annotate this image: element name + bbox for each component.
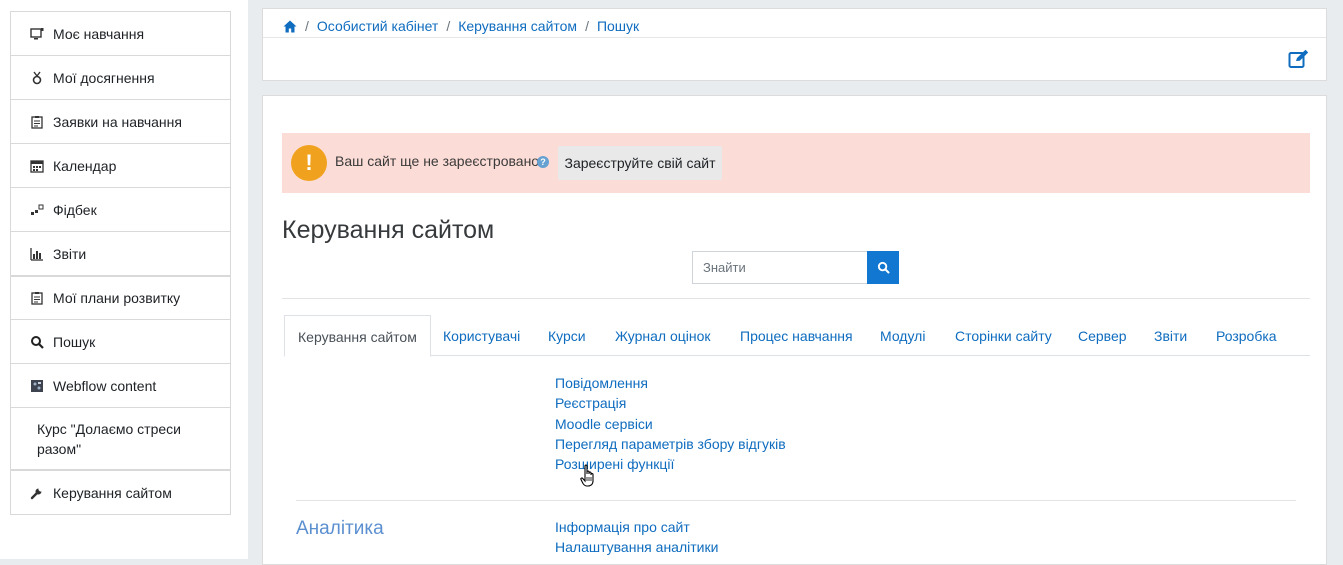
register-site-button[interactable]: Зареєструйте свій сайт	[558, 146, 722, 180]
hand-cursor-icon	[580, 464, 598, 488]
registration-alert: ! Ваш сайт ще не зареєстровано ? Зареєст…	[282, 133, 1310, 193]
breadcrumb-separator: /	[585, 18, 589, 34]
link-moodle-services[interactable]: Moodle сервіси	[555, 414, 786, 434]
admin-search	[692, 251, 899, 284]
sidebar-item-site-admin[interactable]: Керування сайтом	[11, 470, 230, 514]
sidebar-item-label: Моє навчання	[53, 25, 145, 42]
medal-icon	[29, 70, 45, 86]
sidebar-item-applications[interactable]: Заявки на навчання	[11, 100, 230, 144]
divider	[296, 500, 1296, 501]
sidebar-item-label: Керування сайтом	[53, 484, 172, 501]
sidebar-item-label: Фідбек	[53, 201, 97, 218]
divider	[282, 298, 1310, 299]
sidebar-item-webflow[interactable]: Webflow content	[11, 364, 230, 408]
help-icon[interactable]: ?	[537, 156, 549, 168]
sidebar-item-search[interactable]: Пошук	[11, 320, 230, 364]
link-registration[interactable]: Реєстрація	[555, 393, 786, 413]
calendar-icon	[29, 158, 45, 174]
warning-icon: !	[291, 145, 327, 181]
sidebar-item-my-learning[interactable]: Моє навчання	[11, 12, 230, 56]
sidebar-item-label: Заявки на навчання	[53, 113, 182, 130]
link-feedback-settings[interactable]: Перегляд параметрів збору відгуків	[555, 434, 786, 454]
tab-server[interactable]: Сервер	[1078, 315, 1127, 356]
admin-tabs: Керування сайтом Користувачі Курси Журна…	[284, 315, 1310, 357]
screen-icon	[29, 26, 45, 42]
page-title: Керування сайтом	[282, 216, 495, 244]
tab-users[interactable]: Користувачі	[443, 315, 520, 356]
search-button[interactable]	[867, 251, 899, 284]
tab-grades[interactable]: Журнал оцінок	[615, 315, 711, 356]
clipboard-icon	[29, 290, 45, 306]
sidebar-item-course[interactable]: Курс "Долаємо стреси разом"	[11, 408, 230, 470]
sidebar-item-achievements[interactable]: Мої досягнення	[11, 56, 230, 100]
sidebar-item-label: Курс "Долаємо стреси разом"	[37, 420, 181, 457]
divider	[263, 37, 1326, 38]
webflow-icon	[29, 378, 45, 394]
sidebar-item-calendar[interactable]: Календар	[11, 144, 230, 188]
link-notifications[interactable]: Повідомлення	[555, 373, 786, 393]
sidebar-item-reports[interactable]: Звіти	[11, 232, 230, 276]
tab-site-admin[interactable]: Керування сайтом	[284, 315, 431, 357]
chart-icon	[29, 246, 45, 262]
breadcrumb-search[interactable]: Пошук	[597, 18, 639, 34]
sidebar-item-label: Пошук	[53, 333, 96, 350]
breadcrumb: / Особистий кабінет / Керування сайтом /…	[283, 16, 639, 36]
feedback-icon	[29, 202, 45, 218]
link-site-information[interactable]: Інформація про сайт	[555, 517, 718, 537]
page-header-card: / Особистий кабінет / Керування сайтом /…	[262, 8, 1327, 81]
sidebar-item-development-plans[interactable]: Мої плани розвитку	[11, 276, 230, 320]
wrench-icon	[29, 485, 45, 501]
sidebar-item-label: Мої плани розвитку	[53, 290, 181, 306]
link-analytics-settings[interactable]: Налаштування аналітики	[555, 537, 718, 557]
analytics-links: Інформація про сайт Налаштування аналіти…	[555, 517, 718, 558]
tab-plugins[interactable]: Модулі	[880, 315, 925, 356]
sidebar-item-label: Звіти	[53, 245, 87, 262]
alert-message: Ваш сайт ще не зареєстровано	[335, 153, 540, 169]
tab-courses[interactable]: Курси	[548, 315, 586, 356]
sidebar-item-label: Webflow content	[53, 377, 157, 394]
sidebar-item-label: Мої досягнення	[53, 69, 155, 86]
analytics-section-title: Аналітика	[296, 518, 384, 539]
tab-reports[interactable]: Звіти	[1154, 315, 1187, 356]
left-column: Моє навчання Мої досягнення Заявки на на…	[0, 0, 248, 559]
home-icon[interactable]	[283, 20, 297, 33]
clipboard-icon	[29, 114, 45, 130]
site-admin-links: Повідомлення Реєстрація Moodle сервіси П…	[555, 373, 786, 474]
main-content-card: ! Ваш сайт ще не зареєстровано ? Зареєст…	[262, 95, 1327, 565]
sidebar-item-label: Календар	[53, 157, 117, 174]
breadcrumb-site-admin[interactable]: Керування сайтом	[458, 18, 577, 34]
tab-appearance[interactable]: Сторінки сайту	[955, 315, 1052, 356]
breadcrumb-dashboard[interactable]: Особистий кабінет	[317, 18, 438, 34]
search-icon	[29, 334, 45, 350]
sidebar-nav: Моє навчання Мої досягнення Заявки на на…	[10, 11, 231, 515]
tab-learning-process[interactable]: Процес навчання	[740, 315, 853, 356]
breadcrumb-separator: /	[446, 18, 451, 34]
search-input[interactable]	[692, 251, 867, 284]
sidebar-item-feedback[interactable]: Фідбек	[11, 188, 230, 232]
edit-icon[interactable]	[1288, 49, 1310, 69]
tab-development[interactable]: Розробка	[1216, 315, 1277, 356]
breadcrumb-separator: /	[305, 18, 309, 34]
